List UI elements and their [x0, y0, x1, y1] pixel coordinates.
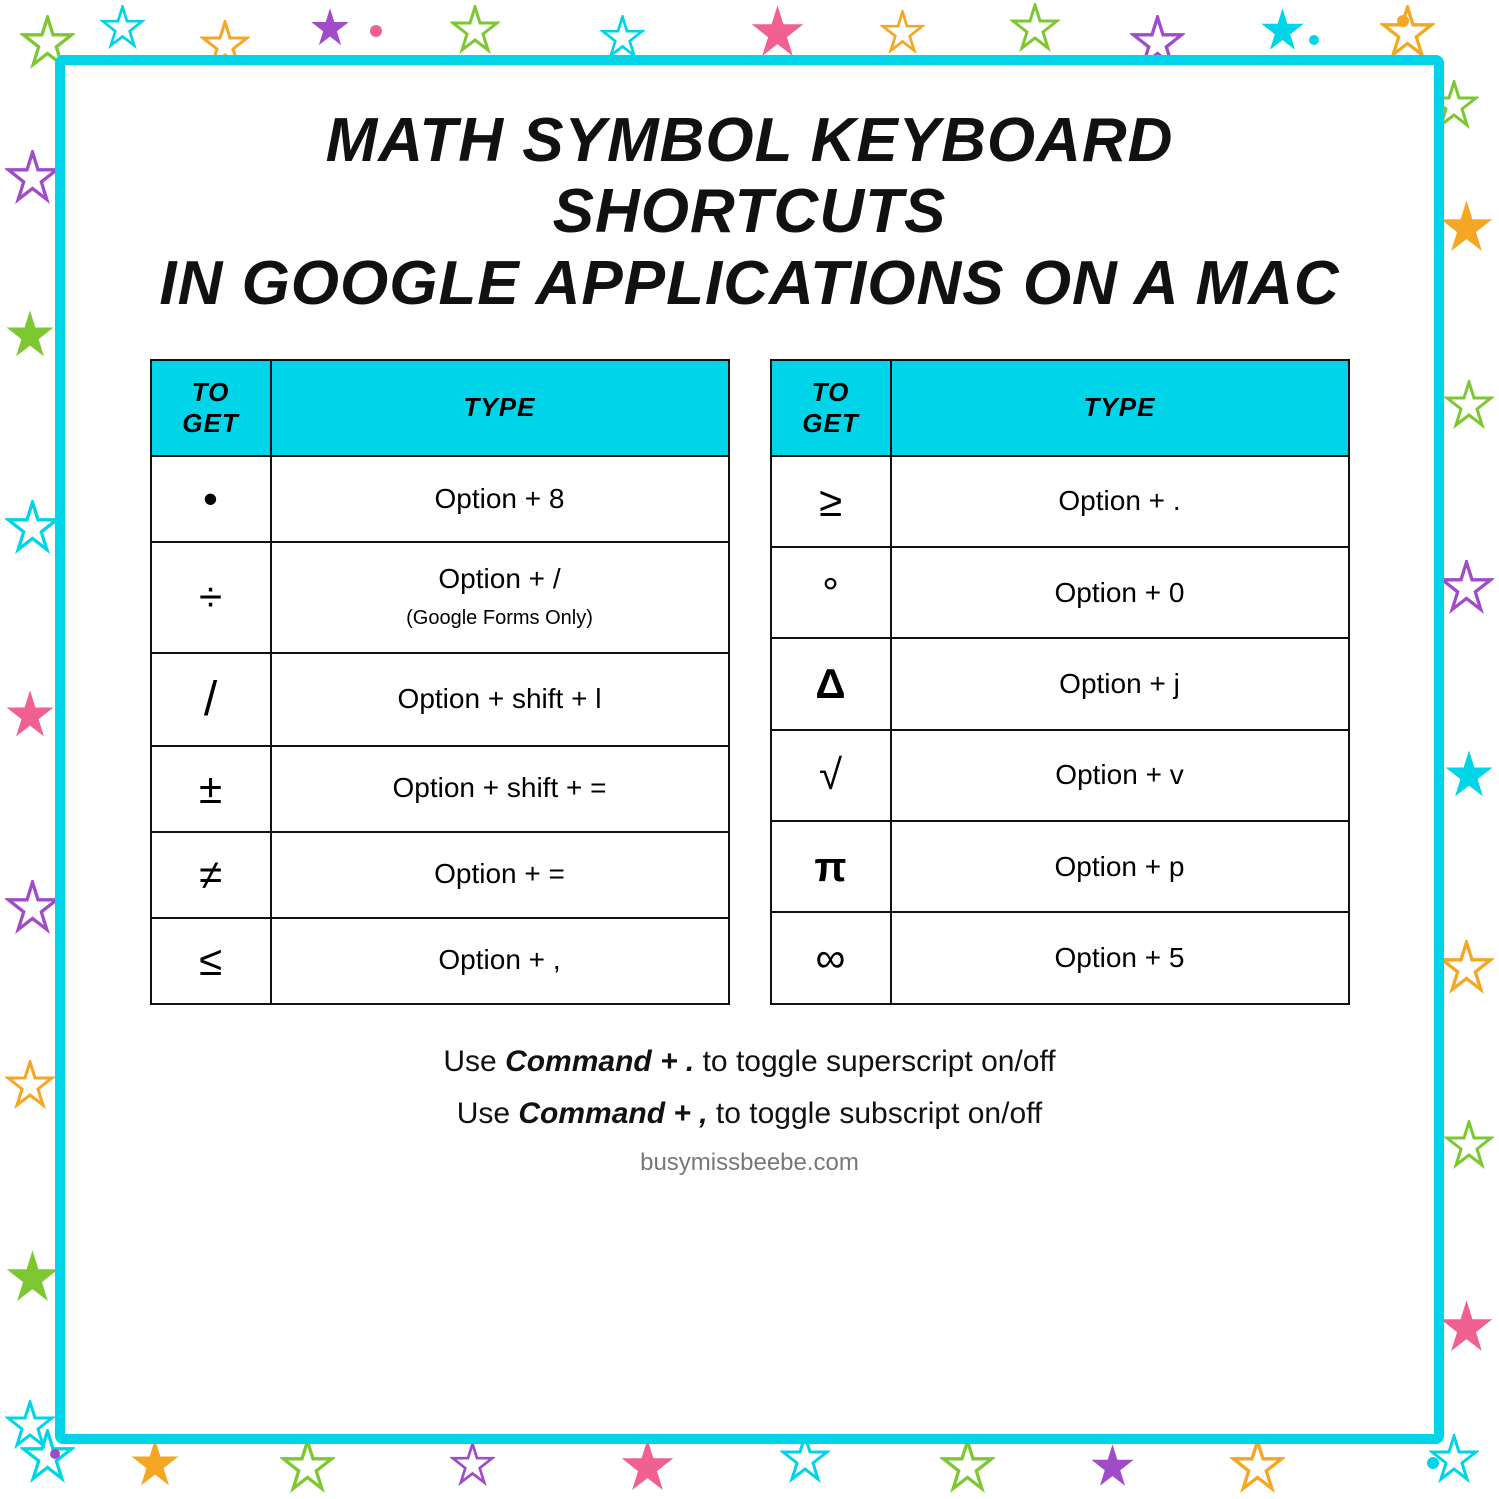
symbol-notequal: ≠ — [151, 832, 271, 918]
dot-2 — [1309, 35, 1319, 45]
table-right: TO GET TYPE ≥ Option + . ° Option + 0 Δ — [770, 359, 1350, 1005]
symbol-geq: ≥ — [771, 456, 891, 547]
type-degree: Option + 0 — [891, 547, 1349, 638]
deco-star-left-6 — [5, 1060, 55, 1110]
symbol-delta: Δ — [771, 638, 891, 729]
deco-star-left-4 — [5, 690, 55, 740]
table-left: TO GET TYPE • Option + 8 ÷ Option + /(Go… — [150, 359, 730, 1005]
table-row: ° Option + 0 — [771, 547, 1349, 638]
deco-star-right-4 — [1444, 750, 1494, 800]
deco-star-2 — [100, 5, 145, 50]
table-row: ± Option + shift + = — [151, 746, 729, 832]
dot-3 — [1397, 15, 1409, 27]
deco-star-12 — [1380, 5, 1435, 60]
deco-star-bot-2 — [130, 1439, 180, 1489]
table-row: Δ Option + j — [771, 638, 1349, 729]
deco-star-left-7 — [5, 1250, 60, 1305]
deco-star-left-5 — [5, 880, 60, 935]
symbol-plusminus: ± — [151, 746, 271, 832]
type-delta: Option + j — [891, 638, 1349, 729]
deco-star-11 — [1260, 8, 1305, 53]
type-slash: Option + shift + l — [271, 653, 729, 746]
notes-section: Use Command + . to toggle superscript on… — [443, 1045, 1055, 1177]
deco-star-bot-3 — [280, 1439, 335, 1494]
deco-star-left-8 — [5, 1400, 55, 1450]
deco-star-4 — [310, 8, 350, 48]
deco-star-6 — [600, 15, 645, 60]
dot-1 — [370, 25, 382, 37]
table-row: π Option + p — [771, 821, 1349, 912]
type-pi: Option + p — [891, 821, 1349, 912]
type-bullet: Option + 8 — [271, 456, 729, 542]
main-card: MATH SYMBOL KEYBOARD SHORTCUTS IN GOOGLE… — [55, 55, 1444, 1444]
tables-container: TO GET TYPE • Option + 8 ÷ Option + /(Go… — [125, 359, 1374, 1005]
deco-star-5 — [450, 5, 500, 55]
dot-4 — [50, 1449, 60, 1459]
deco-star-left-2 — [5, 310, 55, 360]
symbol-divide: ÷ — [151, 542, 271, 653]
symbol-infinity: ∞ — [771, 912, 891, 1003]
table-row: ∞ Option + 5 — [771, 912, 1349, 1003]
deco-star-left-3 — [5, 500, 60, 555]
deco-star-right-7 — [1439, 1300, 1494, 1355]
right-header-type: TYPE — [891, 360, 1349, 456]
deco-star-bot-8 — [1090, 1444, 1135, 1489]
deco-star-bot-5 — [620, 1439, 675, 1494]
right-header-toget: TO GET — [771, 360, 891, 456]
deco-star-right-2 — [1444, 380, 1494, 430]
deco-star-7 — [750, 5, 805, 60]
type-sqrt: Option + v — [891, 730, 1349, 821]
table-row: ≥ Option + . — [771, 456, 1349, 547]
type-geq: Option + . — [891, 456, 1349, 547]
symbol-sqrt: √ — [771, 730, 891, 821]
table-row: √ Option + v — [771, 730, 1349, 821]
symbol-pi: π — [771, 821, 891, 912]
type-leq: Option + , — [271, 918, 729, 1004]
deco-star-9 — [1010, 3, 1060, 53]
type-divide: Option + /(Google Forms Only) — [271, 542, 729, 653]
symbol-degree: ° — [771, 547, 891, 638]
dot-5 — [1427, 1457, 1439, 1469]
deco-star-8 — [880, 10, 925, 55]
deco-star-left-1 — [5, 150, 60, 205]
left-header-toget: TO GET — [151, 360, 271, 456]
deco-star-bot-4 — [450, 1442, 495, 1487]
deco-star-bot-9 — [1230, 1439, 1285, 1494]
table-row: / Option + shift + l — [151, 653, 729, 746]
table-row: • Option + 8 — [151, 456, 729, 542]
table-row: ≤ Option + , — [151, 918, 729, 1004]
symbol-slash: / — [151, 653, 271, 746]
website-label: busymissbeebe.com — [443, 1149, 1055, 1177]
note-superscript-command: Command + . — [505, 1045, 694, 1078]
deco-star-right-6 — [1444, 1120, 1494, 1170]
type-infinity: Option + 5 — [891, 912, 1349, 1003]
deco-star-bot-7 — [940, 1439, 995, 1494]
background: MATH SYMBOL KEYBOARD SHORTCUTS IN GOOGLE… — [0, 0, 1499, 1499]
deco-star-right-3 — [1439, 560, 1494, 615]
type-plusminus: Option + shift + = — [271, 746, 729, 832]
symbol-bullet: • — [151, 456, 271, 542]
type-notequal: Option + = — [271, 832, 729, 918]
deco-star-right-5 — [1439, 940, 1494, 995]
table-row: ≠ Option + = — [151, 832, 729, 918]
note-subscript-command: Command + , — [518, 1097, 707, 1130]
deco-star-right-1 — [1439, 200, 1494, 255]
symbol-leq: ≤ — [151, 918, 271, 1004]
left-header-type: TYPE — [271, 360, 729, 456]
table-row: ÷ Option + /(Google Forms Only) — [151, 542, 729, 653]
note-superscript: Use Command + . to toggle superscript on… — [443, 1045, 1055, 1079]
page-title: MATH SYMBOL KEYBOARD SHORTCUTS IN GOOGLE… — [125, 105, 1374, 319]
note-subscript: Use Command + , to toggle subscript on/o… — [443, 1097, 1055, 1131]
